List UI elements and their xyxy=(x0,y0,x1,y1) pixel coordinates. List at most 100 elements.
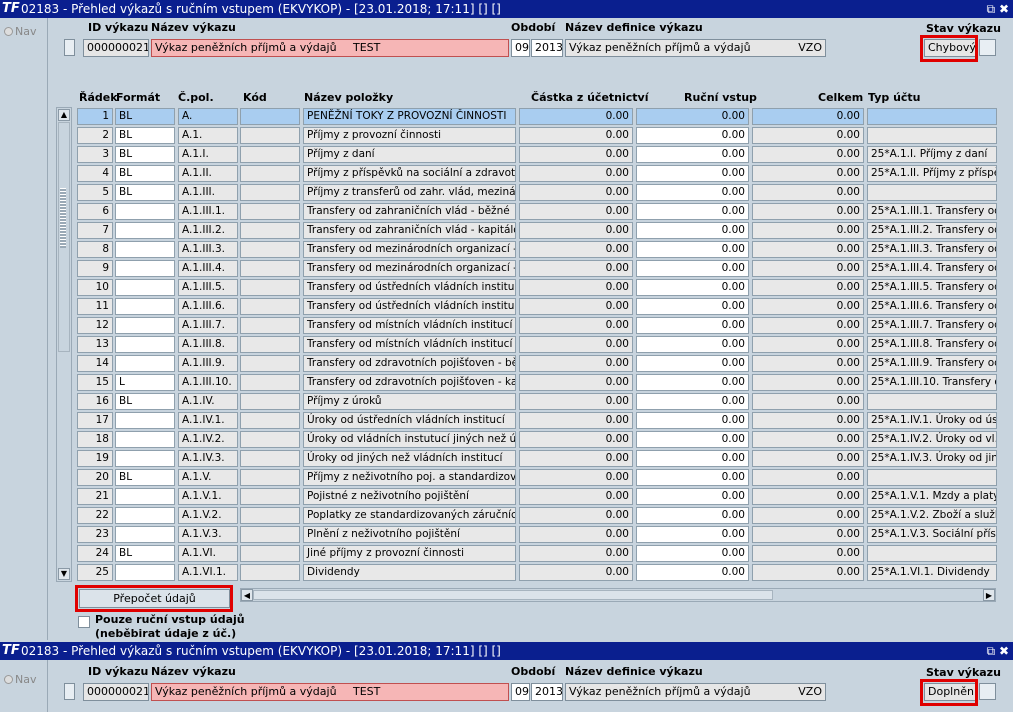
table-row[interactable]: 5 BL A.1.III. Příjmy z transferů od zahr. v… xyxy=(77,183,997,202)
period-year-field-2[interactable]: 2013 xyxy=(531,683,563,701)
row-rucni[interactable]: 0.00 xyxy=(636,431,749,448)
row-format[interactable] xyxy=(115,412,175,429)
table-row[interactable]: 7 A.1.III.2. Transfery od zahraničních vlá… xyxy=(77,221,997,240)
row-rucni[interactable]: 0.00 xyxy=(636,393,749,410)
report-name-field[interactable]: Výkaz peněžních příjmů a výdajů TEST xyxy=(151,39,509,57)
def-name-field-2[interactable]: Výkaz peněžních příjmů a výdajů VZO xyxy=(565,683,826,701)
row-format[interactable] xyxy=(115,507,175,524)
row-rucni[interactable]: 0.00 xyxy=(636,298,749,315)
record-selector[interactable] xyxy=(64,39,75,56)
row-rucni[interactable]: 0.00 xyxy=(636,488,749,505)
row-format[interactable] xyxy=(115,431,175,448)
table-row[interactable]: 9 A.1.III.4. Transfery od mezinárodních or… xyxy=(77,259,997,278)
row-format[interactable] xyxy=(115,298,175,315)
scroll-left-icon[interactable]: ◀ xyxy=(241,589,253,601)
row-rucni[interactable]: 0.00 xyxy=(636,336,749,353)
close-icon[interactable]: ✖ xyxy=(999,644,1009,658)
restore-icon[interactable]: ⧉ xyxy=(987,2,996,16)
row-rucni[interactable]: 0.00 xyxy=(636,146,749,163)
scroll-up-icon[interactable]: ▲ xyxy=(58,109,70,121)
table-row[interactable]: 10 A.1.III.5. Transfery od ústředních vlád… xyxy=(77,278,997,297)
row-format[interactable] xyxy=(115,279,175,296)
row-format[interactable]: BL xyxy=(115,469,175,486)
close-icon[interactable]: ✖ xyxy=(999,2,1009,16)
table-row[interactable]: 21 A.1.V.1. Pojistné z neživotního pojiště… xyxy=(77,487,997,506)
row-format[interactable] xyxy=(115,203,175,220)
row-rucni[interactable]: 0.00 xyxy=(636,279,749,296)
table-row[interactable]: 4 BL A.1.II. Příjmy z příspěvků na sociální… xyxy=(77,164,997,183)
row-rucni[interactable]: 0.00 xyxy=(636,545,749,562)
table-row[interactable]: 6 A.1.III.1. Transfery od zahraničních vlá… xyxy=(77,202,997,221)
row-rucni[interactable]: 0.00 xyxy=(636,526,749,543)
row-rucni[interactable]: 0.00 xyxy=(636,564,749,581)
row-rucni[interactable]: 0.00 xyxy=(636,412,749,429)
table-row[interactable]: 11 A.1.III.6. Transfery od ústředních vlád… xyxy=(77,297,997,316)
row-format[interactable]: L xyxy=(115,374,175,391)
id-field[interactable]: 0000000217 xyxy=(83,39,149,57)
row-rucni[interactable]: 0.00 xyxy=(636,241,749,258)
table-row[interactable]: 25 A.1.VI.1. Dividendy 0.00 0.00 0.00 25*A.1.V… xyxy=(77,563,997,582)
row-rucni[interactable]: 0.00 xyxy=(636,469,749,486)
row-format[interactable]: BL xyxy=(115,127,175,144)
row-format[interactable] xyxy=(115,450,175,467)
row-format[interactable] xyxy=(115,317,175,334)
nav-button-2[interactable]: Nav xyxy=(4,673,36,686)
table-row[interactable]: 14 A.1.III.9. Transfery od zdravotních poj… xyxy=(77,354,997,373)
row-rucni[interactable]: 0.00 xyxy=(636,507,749,524)
row-format[interactable]: BL xyxy=(115,393,175,410)
row-format[interactable] xyxy=(115,241,175,258)
row-rucni[interactable]: 0.00 xyxy=(636,355,749,372)
row-rucni[interactable]: 0.00 xyxy=(636,203,749,220)
period-month-field[interactable]: 09 xyxy=(511,39,530,57)
table-row[interactable]: 22 A.1.V.2. Poplatky ze standardizovaných … xyxy=(77,506,997,525)
row-format[interactable]: BL xyxy=(115,146,175,163)
record-selector-2[interactable] xyxy=(64,683,75,700)
row-rucni[interactable]: 0.00 xyxy=(636,165,749,182)
row-format[interactable]: BL xyxy=(115,108,175,125)
restore-icon[interactable]: ⧉ xyxy=(987,644,996,658)
row-format[interactable]: BL xyxy=(115,165,175,182)
window2-controls[interactable]: ⧉ ✖ xyxy=(987,642,1009,660)
table-row[interactable]: 23 A.1.V.3. Plnění z neživotního pojištění… xyxy=(77,525,997,544)
row-rucni[interactable]: 0.00 xyxy=(636,260,749,277)
scroll-down-icon[interactable]: ▼ xyxy=(58,568,70,580)
table-row[interactable]: 19 A.1.IV.3. Úroky od jiných než vládních … xyxy=(77,449,997,468)
nav-button[interactable]: Nav xyxy=(4,25,36,38)
row-rucni[interactable]: 0.00 xyxy=(636,317,749,334)
id-field-2[interactable]: 0000000217 xyxy=(83,683,149,701)
table-row[interactable]: 17 A.1.IV.1. Úroky od ústředních vládních … xyxy=(77,411,997,430)
row-rucni[interactable]: 0.00 xyxy=(636,108,749,125)
table-row[interactable]: 15 L A.1.III.10. Transfery od zdravotních p… xyxy=(77,373,997,392)
row-format[interactable] xyxy=(115,260,175,277)
row-format[interactable]: BL xyxy=(115,184,175,201)
table-row[interactable]: 16 BL A.1.IV. Příjmy z úroků 0.00 0.00 0.00 xyxy=(77,392,997,411)
table-row[interactable]: 2 BL A.1. Příjmy z provozní činnosti 0.00 0.0… xyxy=(77,126,997,145)
row-format[interactable] xyxy=(115,488,175,505)
row-rucni[interactable]: 0.00 xyxy=(636,450,749,467)
row-rucni[interactable]: 0.00 xyxy=(636,184,749,201)
period-year-field[interactable]: 2013 xyxy=(531,39,563,57)
row-rucni[interactable]: 0.00 xyxy=(636,374,749,391)
manual-only-checkbox[interactable] xyxy=(78,616,90,628)
row-format[interactable] xyxy=(115,564,175,581)
report-name-field-2[interactable]: Výkaz peněžních příjmů a výdajů TEST xyxy=(151,683,509,701)
row-format[interactable] xyxy=(115,222,175,239)
status-dropdown[interactable] xyxy=(979,39,996,56)
table-row[interactable]: 12 A.1.III.7. Transfery od místních vládní… xyxy=(77,316,997,335)
table-row[interactable]: 18 A.1.IV.2. Úroky od vládních instutucí j… xyxy=(77,430,997,449)
table-row[interactable]: 24 BL A.1.VI. Jiné příjmy z provozní činnos… xyxy=(77,544,997,563)
grid-vscrollbar[interactable]: ▲ ▼ xyxy=(56,107,72,582)
period-month-field-2[interactable]: 09 xyxy=(511,683,530,701)
hscroll-thumb[interactable] xyxy=(253,590,773,600)
table-row[interactable]: 20 BL A.1.V. Příjmy z neživotního poj. a st… xyxy=(77,468,997,487)
def-name-field[interactable]: Výkaz peněžních příjmů a výdajů VZO xyxy=(565,39,826,57)
row-rucni[interactable]: 0.00 xyxy=(636,127,749,144)
row-format[interactable] xyxy=(115,336,175,353)
table-row[interactable]: 8 A.1.III.3. Transfery od mezinárodních or… xyxy=(77,240,997,259)
table-row[interactable]: 3 BL A.1.I. Příjmy z daní 0.00 0.00 0.00 25*A.1… xyxy=(77,145,997,164)
table-row[interactable]: 13 A.1.III.8. Transfery od místních vládní… xyxy=(77,335,997,354)
table-row[interactable]: 1 BL A. PENĚŽNÍ TOKY Z PROVOZNÍ ČINNOSTI 0.0… xyxy=(77,107,997,126)
row-rucni[interactable]: 0.00 xyxy=(636,222,749,239)
window-controls[interactable]: ⧉ ✖ xyxy=(987,0,1009,18)
row-format[interactable]: BL xyxy=(115,545,175,562)
